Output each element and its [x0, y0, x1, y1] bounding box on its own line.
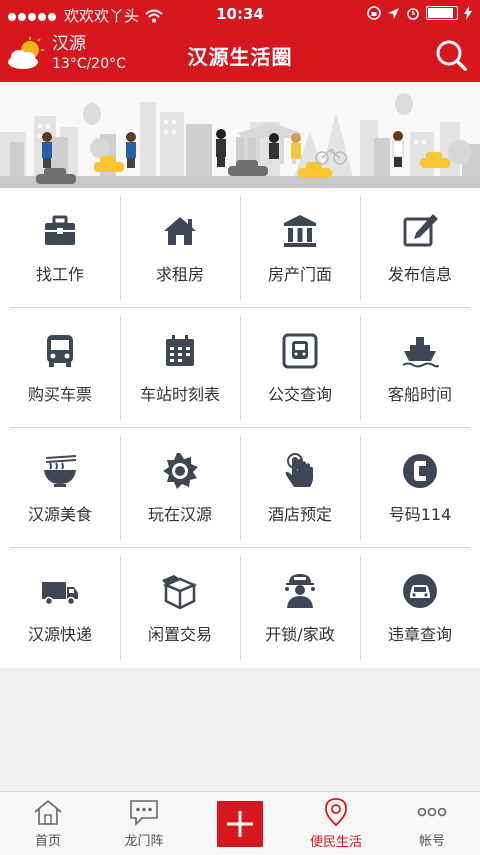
edit-icon	[403, 214, 438, 247]
grid-item-label: 汉源快递	[27, 625, 92, 644]
box-icon	[162, 575, 198, 610]
ship-icon	[402, 337, 439, 368]
tab-label: 龙门阵	[124, 834, 164, 849]
page-title: 汉源生活圈	[187, 45, 293, 69]
grid-item-label: 客船时间	[387, 385, 452, 404]
grid-item-ferry-time[interactable]: 客船时间	[360, 308, 480, 428]
grid-item-hotel[interactable]: 酒店预定	[240, 428, 360, 548]
grid-item-post-info[interactable]: 发布信息	[360, 188, 480, 308]
grid-item-locksmith[interactable]: 开锁/家政	[240, 548, 360, 668]
building-icon	[284, 215, 316, 247]
car-icon	[403, 574, 437, 608]
house-icon	[164, 217, 196, 245]
sun-icon	[163, 453, 198, 489]
touch-icon	[285, 453, 314, 487]
battery-icon	[426, 6, 458, 20]
grid-item-label: 闲置交易	[147, 625, 212, 644]
more-icon	[417, 807, 447, 817]
tab-bar: 首页 龙门阵 便民生活 帐号	[0, 791, 480, 855]
grid-item-rent-house[interactable]: 求租房	[120, 188, 240, 308]
status-bar: 欢欢欢丫头 10:34	[0, 0, 480, 28]
grid-item-secondhand[interactable]: 闲置交易	[120, 548, 240, 668]
grid-item-play[interactable]: 玩在汉源	[120, 428, 240, 548]
grid-item-real-estate[interactable]: 房产门面	[240, 188, 360, 308]
grid-item-label: 公交查询	[267, 385, 332, 404]
grid-item-traffic-violation[interactable]: 违章查询	[360, 548, 480, 668]
grid-item-find-job[interactable]: 找工作	[0, 188, 120, 308]
tab-home[interactable]: 首页	[0, 792, 96, 855]
tab-label: 便民生活	[309, 835, 362, 850]
grid-item-label: 汉源美食	[27, 505, 92, 524]
briefcase-icon	[45, 215, 75, 245]
tab-chat[interactable]: 龙门阵	[96, 792, 192, 855]
rotation-lock-icon	[367, 6, 381, 20]
search-icon[interactable]	[434, 38, 468, 72]
location-arrow-icon	[388, 7, 399, 19]
grid-item-label: 找工作	[35, 265, 84, 284]
city-illustration	[0, 82, 480, 188]
grid-item-label: 号码114	[388, 505, 452, 524]
grid-item-station-timetable[interactable]: 车站时刻表	[120, 308, 240, 428]
grid-item-label: 玩在汉源	[147, 505, 212, 524]
location-icon	[325, 798, 347, 827]
chat-icon	[130, 800, 158, 826]
tab-label: 首页	[34, 834, 61, 849]
bus-stop-icon	[282, 333, 318, 369]
grid-item-label: 发布信息	[387, 265, 452, 284]
phone-icon	[403, 454, 437, 488]
grid-item-label: 违章查询	[387, 625, 452, 644]
home-icon	[34, 799, 62, 825]
tab-label: 帐号	[418, 834, 445, 849]
grid-item-courier[interactable]: 汉源快递	[0, 548, 120, 668]
grid-item-bus-query[interactable]: 公交查询	[240, 308, 360, 428]
truck-icon	[42, 582, 78, 606]
plus-icon	[217, 800, 263, 847]
service-grid: 找工作 求租房 房产门面 发布信息 购买车票 车站时刻表 公交查询 客船时间 汉…	[0, 188, 480, 668]
city-banner[interactable]	[0, 82, 480, 188]
grid-item-label: 酒店预定	[267, 505, 332, 524]
worker-icon	[285, 574, 315, 608]
tab-post[interactable]	[192, 792, 288, 855]
grid-item-buy-ticket[interactable]: 购买车票	[0, 308, 120, 428]
grid-item-food[interactable]: 汉源美食	[0, 428, 120, 548]
app-header: 汉源 13°C/20°C 汉源生活圈	[0, 28, 480, 82]
grid-item-label: 开锁/家政	[265, 625, 335, 644]
noodle-bowl-icon	[44, 455, 77, 487]
tab-services[interactable]: 便民生活	[288, 792, 384, 855]
grid-item-label: 房产门面	[267, 265, 332, 284]
calendar-icon	[166, 335, 194, 366]
tab-account[interactable]: 帐号	[384, 792, 480, 855]
bus-icon	[47, 335, 73, 367]
grid-item-label: 购买车票	[27, 385, 92, 404]
alarm-icon	[407, 8, 419, 20]
grid-item-label: 求租房	[155, 265, 204, 284]
charging-icon	[464, 6, 472, 20]
grid-item-phone-114[interactable]: 号码114	[360, 428, 480, 548]
grid-item-label: 车站时刻表	[139, 385, 220, 404]
